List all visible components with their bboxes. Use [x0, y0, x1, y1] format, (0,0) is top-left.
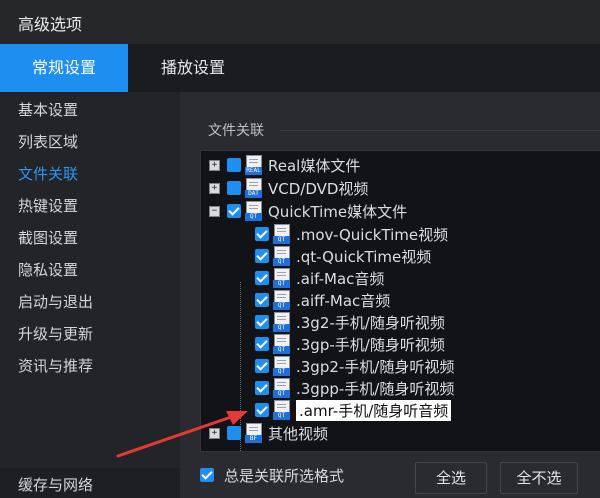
tree-row-aiff[interactable]: QT .aiff-Mac音频 [255, 289, 390, 311]
tree-row-quicktime[interactable]: − QT QuickTime媒体文件 [209, 200, 407, 222]
tree-row-label: .qt-QuickTime视频 [296, 247, 432, 266]
tree-row-aif[interactable]: QT .aif-Mac音频 [255, 267, 384, 289]
file-type-icon: QT [273, 356, 290, 376]
tree-row-label: .aiff-Mac音频 [296, 291, 391, 310]
file-type-icon: BF [245, 423, 262, 443]
tree-row-label: .3g2-手机/随身听视频 [296, 313, 445, 332]
tree-row-label: .amr-手机/随身听音频 [296, 399, 452, 421]
tree-row-label: Real媒体文件 [268, 156, 361, 175]
checkbox-checked[interactable] [255, 227, 269, 241]
tree-row-label: 其他视频 [268, 424, 329, 443]
sidebar-item-news[interactable]: 资讯与推荐 [18, 352, 93, 380]
always-associate-checkbox[interactable] [200, 468, 214, 482]
file-type-icon: QT [273, 312, 290, 332]
tree-row-3gp[interactable]: QT .3gp-手机/随身听视频 [255, 333, 445, 355]
section-divider [280, 130, 600, 131]
tree-row-mov[interactable]: QT .mov-QuickTime视频 [255, 223, 448, 245]
collapse-icon[interactable]: − [209, 205, 220, 217]
checkbox-checked[interactable] [255, 315, 269, 329]
checkbox[interactable] [227, 181, 241, 195]
tree-row-label: .3gp2-手机/随身听视频 [296, 357, 455, 376]
tree-row-label: .mov-QuickTime视频 [296, 225, 449, 244]
file-type-icon: QT [273, 268, 290, 288]
sidebar-item-label: 缓存与网络 [18, 476, 94, 494]
tree-row-label: .3gpp-手机/随身听视频 [296, 379, 455, 398]
tab-playback-settings[interactable]: 播放设置 [138, 44, 248, 92]
section-label: 文件关联 [208, 123, 264, 139]
window-title: 高级选项 [18, 15, 83, 34]
tree-row-vcd-dvd[interactable]: + DAT VCD/DVD视频 [209, 177, 368, 199]
expand-icon[interactable]: + [209, 427, 220, 439]
checkbox-checked[interactable] [255, 403, 269, 417]
sidebar-item-cache-network[interactable]: 缓存与网络 [0, 468, 180, 498]
expand-icon[interactable]: + [209, 182, 220, 194]
tab-general-settings[interactable]: 常规设置 [0, 44, 128, 92]
tree-row-label: .aif-Mac音频 [296, 269, 385, 288]
checkbox-checked[interactable] [255, 249, 269, 263]
sidebar-item-hotkeys[interactable]: 热键设置 [18, 192, 78, 220]
file-association-tree[interactable]: + REAL Real媒体文件 + DAT VCD/DVD视频 − QT Qui… [200, 150, 600, 452]
expand-icon[interactable]: + [209, 159, 220, 171]
checkbox-checked[interactable] [255, 381, 269, 395]
always-associate-label: 总是关联所选格式 [224, 467, 345, 485]
title-bar: 高级选项 [0, 0, 600, 44]
sidebar-item-privacy[interactable]: 隐私设置 [18, 256, 78, 284]
tree-row-amr[interactable]: QT .amr-手机/随身听音频 [255, 399, 452, 421]
sidebar-item-screenshot[interactable]: 截图设置 [18, 224, 78, 252]
tree-row-label: .3gp-手机/随身听视频 [296, 335, 445, 354]
checkbox[interactable] [227, 426, 241, 440]
checkbox-checked[interactable] [227, 204, 241, 218]
file-type-icon: QT [273, 224, 290, 244]
file-type-icon: QT [273, 290, 290, 310]
tree-row-real[interactable]: + REAL Real媒体文件 [209, 154, 360, 176]
file-type-icon: QT [273, 400, 290, 420]
tree-row-other-video[interactable]: + BF 其他视频 [209, 422, 328, 444]
sidebar: 基本设置 列表区域 文件关联 热键设置 截图设置 隐私设置 启动与退出 升级与更… [0, 92, 180, 498]
tree-row-label: VCD/DVD视频 [268, 179, 369, 198]
file-type-icon: DAT [245, 178, 262, 198]
select-none-button[interactable]: 全不选 [500, 462, 578, 494]
checkbox-checked[interactable] [255, 271, 269, 285]
checkbox-checked[interactable] [255, 337, 269, 351]
sidebar-item-startup-exit[interactable]: 启动与退出 [18, 288, 93, 316]
checkbox[interactable] [227, 158, 241, 172]
sidebar-item-upgrade[interactable]: 升级与更新 [18, 320, 93, 348]
checkbox-checked[interactable] [255, 293, 269, 307]
tree-row-label: QuickTime媒体文件 [268, 202, 408, 221]
file-type-icon: QT [245, 201, 262, 221]
file-type-icon: QT [273, 246, 290, 266]
checkbox-checked[interactable] [255, 359, 269, 373]
tree-row-3gp2[interactable]: QT .3gp2-手机/随身听视频 [255, 355, 454, 377]
tree-row-3g2[interactable]: QT .3g2-手机/随身听视频 [255, 311, 445, 333]
tree-row-qt[interactable]: QT .qt-QuickTime视频 [255, 245, 431, 267]
file-type-icon: REAL [245, 155, 262, 175]
sidebar-item-file-association[interactable]: 文件关联 [18, 160, 78, 188]
file-type-icon: QT [273, 334, 290, 354]
sidebar-item-basic[interactable]: 基本设置 [18, 96, 78, 124]
tree-row-3gpp[interactable]: QT .3gpp-手机/随身听视频 [255, 377, 454, 399]
tab-bar: 常规设置 播放设置 [0, 44, 600, 92]
file-type-icon: QT [273, 378, 290, 398]
bottom-bar: 总是关联所选格式 全选 全不选 [180, 452, 600, 498]
select-all-button[interactable]: 全选 [415, 462, 487, 494]
sidebar-item-list-area[interactable]: 列表区域 [18, 128, 78, 156]
content-panel: 文件关联 + REAL Real媒体文件 + DAT VCD/DVD视频 − Q… [180, 92, 600, 498]
